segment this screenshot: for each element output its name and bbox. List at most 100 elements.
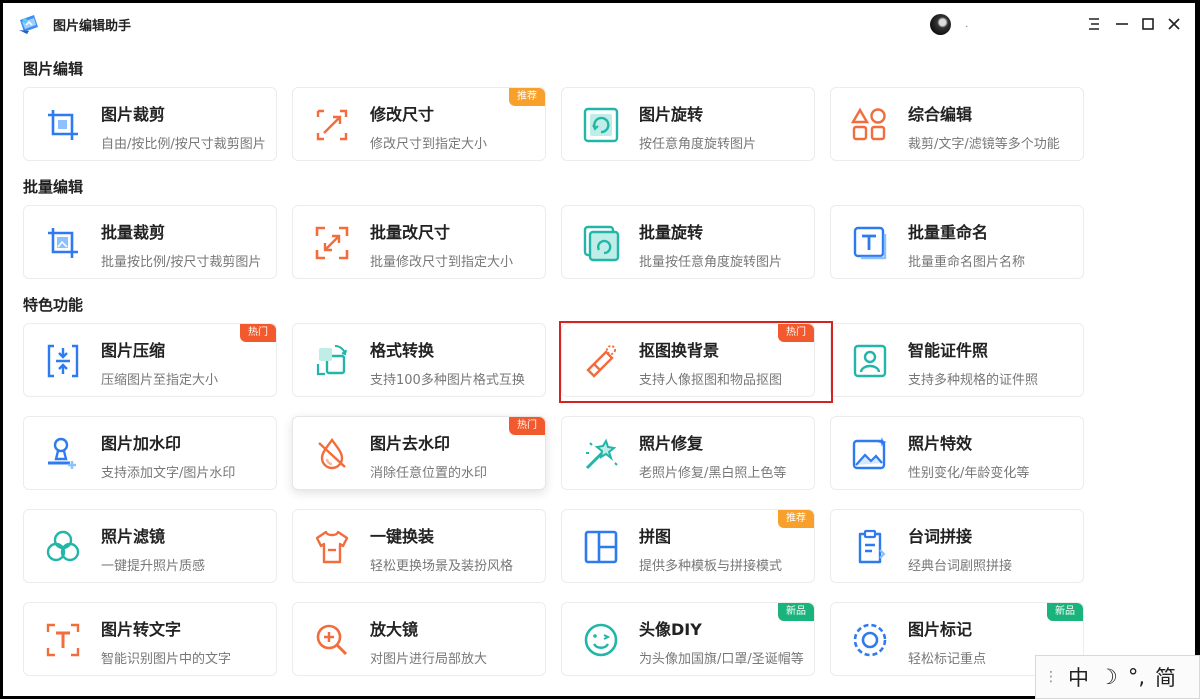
menu-icon[interactable] <box>1083 13 1105 35</box>
card-combined-edit[interactable]: 综合编辑 裁剪/文字/滤镜等多个功能 <box>830 87 1084 161</box>
section-title-features: 特色功能 <box>23 296 84 314</box>
card-batch-rotate[interactable]: 批量旋转 批量按任意角度旋转图片 <box>561 205 815 279</box>
card-add-watermark[interactable]: 图片加水印 支持添加文字/图片水印 <box>23 416 277 490</box>
card-title: 批量裁剪 <box>101 223 166 242</box>
card-title: 图片加水印 <box>101 434 182 453</box>
ime-language[interactable]: 中 <box>1068 662 1089 692</box>
title-bar: 图片编辑助手 . <box>3 3 1195 45</box>
card-title: 抠图换背景 <box>639 341 720 360</box>
card-desc: 智能识别图片中的文字 <box>101 652 232 667</box>
ime-mode[interactable]: 简 <box>1155 662 1176 692</box>
card-title: 综合编辑 <box>908 105 973 124</box>
card-desc: 支持添加文字/图片水印 <box>101 466 236 481</box>
filter-icon <box>44 528 82 566</box>
section-title-batch-edit: 批量编辑 <box>23 178 84 196</box>
card-title: 格式转换 <box>370 341 435 360</box>
rename-icon <box>851 224 889 262</box>
card-script-stitch[interactable]: 台词拼接 经典台词剧照拼接 <box>830 509 1084 583</box>
card-resize[interactable]: 修改尺寸 修改尺寸到指定大小 推荐 <box>292 87 546 161</box>
card-batch-resize[interactable]: 批量改尺寸 批量修改尺寸到指定大小 <box>292 205 546 279</box>
card-title: 照片特效 <box>908 434 973 453</box>
card-id-photo[interactable]: 智能证件照 支持多种规格的证件照 <box>830 323 1084 397</box>
user-avatar[interactable] <box>930 14 951 35</box>
batch-resize-icon <box>313 224 351 262</box>
card-title: 放大镜 <box>370 620 419 639</box>
card-desc: 支持人像抠图和物品抠图 <box>639 373 783 388</box>
card-title: 拼图 <box>639 527 672 546</box>
card-remove-watermark[interactable]: 图片去水印 消除任意位置的水印 热门 <box>292 416 546 490</box>
compress-icon <box>44 342 82 380</box>
card-desc: 经典台词剧照拼接 <box>908 559 1013 574</box>
username[interactable]: . <box>965 17 969 30</box>
recommend-badge: 推荐 <box>778 510 814 528</box>
card-photo-repair[interactable]: 照片修复 老照片修复/黑白照上色等 <box>561 416 815 490</box>
card-title: 图片旋转 <box>639 105 704 124</box>
batch-rotate-icon <box>582 224 620 262</box>
hot-badge: 热门 <box>778 324 814 342</box>
card-title: 修改尺寸 <box>370 105 435 124</box>
card-title: 头像DIY <box>639 620 702 639</box>
crop-icon <box>44 106 82 144</box>
card-desc: 批量按比例/按尺寸裁剪图片 <box>101 255 262 270</box>
app-title: 图片编辑助手 <box>53 19 132 34</box>
maximize-icon[interactable] <box>1137 13 1159 35</box>
smiley-icon <box>582 621 620 659</box>
mark-icon <box>851 621 889 659</box>
card-desc: 提供多种模板与拼接模式 <box>639 559 783 574</box>
card-desc: 性别变化/年龄变化等 <box>908 466 1030 481</box>
card-desc: 按任意角度旋转图片 <box>639 137 757 152</box>
card-outfit-change[interactable]: 一键换装 轻松更换场景及装扮风格 <box>292 509 546 583</box>
recommend-badge: 推荐 <box>509 88 545 106</box>
section-title-image-edit: 图片编辑 <box>23 60 84 78</box>
magic-wand-icon <box>582 435 620 473</box>
card-title: 一键换装 <box>370 527 435 546</box>
app-logo-icon <box>17 12 41 36</box>
card-format-convert[interactable]: 格式转换 支持100多种图片格式互换 <box>292 323 546 397</box>
card-title: 照片滤镜 <box>101 527 166 546</box>
close-icon[interactable] <box>1163 13 1185 35</box>
card-desc: 对图片进行局部放大 <box>370 652 488 667</box>
ime-drag-handle[interactable]: ⋮ <box>1044 669 1058 685</box>
shapes-icon <box>850 106 889 144</box>
card-desc: 自由/按比例/按尺寸裁剪图片 <box>101 137 266 152</box>
card-compress[interactable]: 图片压缩 压缩图片至指定大小 热门 <box>23 323 277 397</box>
card-desc: 支持100多种图片格式互换 <box>370 373 525 388</box>
moon-icon[interactable]: ☽ <box>1099 665 1118 689</box>
card-desc: 批量重命名图片名称 <box>908 255 1026 270</box>
card-desc: 为头像加国旗/口罩/圣诞帽等 <box>639 652 804 667</box>
card-cutout-background[interactable]: 抠图换背景 支持人像抠图和物品抠图 热门 <box>561 323 815 397</box>
card-desc: 压缩图片至指定大小 <box>101 373 219 388</box>
resize-icon <box>313 106 351 144</box>
card-title: 图片压缩 <box>101 341 166 360</box>
card-photo-effect[interactable]: 照片特效 性别变化/年龄变化等 <box>830 416 1084 490</box>
card-title: 图片去水印 <box>370 434 451 453</box>
card-image-crop[interactable]: 图片裁剪 自由/按比例/按尺寸裁剪图片 <box>23 87 277 161</box>
card-desc: 支持多种规格的证件照 <box>908 373 1039 388</box>
card-title: 图片裁剪 <box>101 105 166 124</box>
card-batch-crop[interactable]: 批量裁剪 批量按比例/按尺寸裁剪图片 <box>23 205 277 279</box>
card-collage[interactable]: 拼图 提供多种模板与拼接模式 推荐 <box>561 509 815 583</box>
card-photo-filter[interactable]: 照片滤镜 一键提升照片质感 <box>23 509 277 583</box>
ime-punctuation[interactable]: °, <box>1128 665 1145 689</box>
ocr-icon <box>44 621 82 659</box>
minimize-icon[interactable] <box>1111 13 1133 35</box>
ime-toolbar[interactable]: ⋮ 中 ☽ °, 简 <box>1035 655 1200 699</box>
cutout-icon <box>582 342 620 380</box>
hot-badge: 热门 <box>509 417 545 435</box>
card-magnifier[interactable]: 放大镜 对图片进行局部放大 <box>292 602 546 676</box>
card-title: 台词拼接 <box>908 527 973 546</box>
card-desc: 一键提升照片质感 <box>101 559 206 574</box>
collage-icon <box>582 528 620 566</box>
card-desc: 裁剪/文字/滤镜等多个功能 <box>908 137 1060 152</box>
card-batch-rename[interactable]: 批量重命名 批量重命名图片名称 <box>830 205 1084 279</box>
card-desc: 批量修改尺寸到指定大小 <box>370 255 514 270</box>
id-photo-icon <box>851 342 889 380</box>
card-title: 图片标记 <box>908 620 973 639</box>
card-rotate[interactable]: 图片旋转 按任意角度旋转图片 <box>561 87 815 161</box>
card-title: 照片修复 <box>639 434 704 453</box>
card-image-to-text[interactable]: 图片转文字 智能识别图片中的文字 <box>23 602 277 676</box>
hot-badge: 热门 <box>240 324 276 342</box>
rotate-icon <box>582 106 620 144</box>
card-avatar-diy[interactable]: 头像DIY 为头像加国旗/口罩/圣诞帽等 新品 <box>561 602 815 676</box>
card-desc: 修改尺寸到指定大小 <box>370 137 488 152</box>
